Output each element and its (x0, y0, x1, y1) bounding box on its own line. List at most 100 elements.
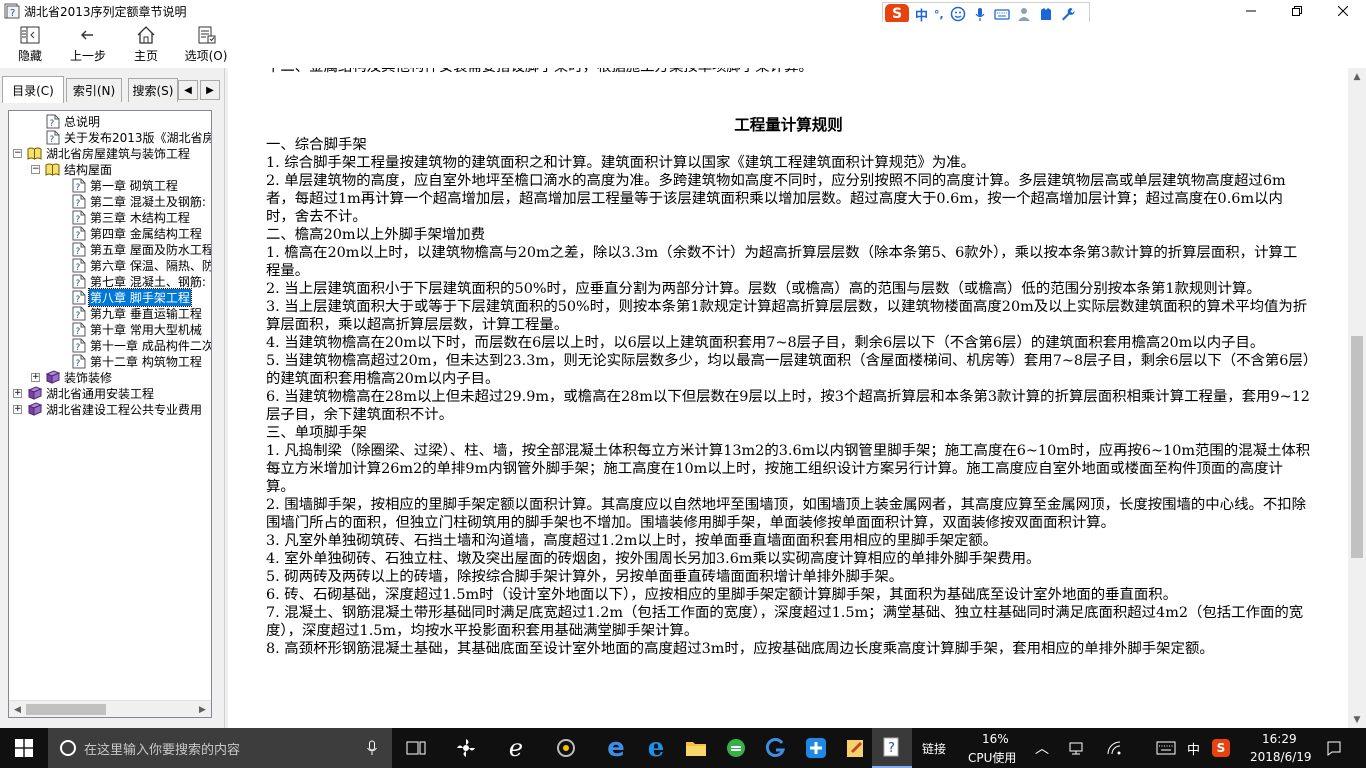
task-view-button[interactable] (396, 728, 436, 768)
topic-paragraph: 3. 当上层建筑面积大于或等于下层建筑面积的50%时，则按本条第1款规定计算超高… (266, 299, 1308, 333)
network-icon[interactable] (1068, 740, 1084, 756)
show-hidden-icons-icon[interactable]: ︿ (1035, 738, 1049, 758)
start-button[interactable] (0, 728, 48, 768)
tab-contents[interactable]: 目录(C) (2, 76, 64, 103)
tree-item[interactable]: ? 第五章 屋面及防水工程 (71, 241, 211, 257)
window-title: 湖北省2013序列定额章节说明 (24, 5, 187, 19)
tree-horizontal-scrollbar[interactable]: ◀ ▶ (9, 700, 211, 717)
emoji-icon[interactable] (950, 6, 966, 22)
keyboard-icon[interactable] (994, 6, 1010, 22)
clock-time[interactable]: 16:29 (1262, 732, 1297, 746)
topic-paragraphs: 一、综合脚手架 1. 综合脚手架工程量按建筑物的建筑面积之和计算。建筑面积计算以国… (266, 136, 1311, 658)
help-page-icon: ? (71, 290, 86, 305)
voice-input-icon[interactable] (972, 6, 988, 22)
tab-scroll-left-icon[interactable]: ◀ (178, 80, 198, 100)
links-toolbar-label[interactable]: 链接 (922, 740, 946, 757)
tree-item[interactable]: ? 第一章 砌筑工程 (71, 177, 179, 193)
taskbar-search-box[interactable]: 在这里输入你要搜索的内容 (48, 728, 392, 768)
taskbar-app-notepad[interactable] (836, 728, 876, 768)
tree-item[interactable]: − 结构屋面 (31, 161, 113, 177)
collapse-icon[interactable]: − (13, 148, 22, 158)
touch-keyboard-icon[interactable] (1156, 741, 1176, 755)
tree-item[interactable]: + 装饰装修 (31, 369, 113, 385)
topic-paragraph: 6. 当建筑物檐高在28m以上但未超过29.9m，或檐高在28m以下但层数在9层… (266, 389, 1310, 423)
svg-text:?: ? (75, 295, 80, 305)
content-scroll-thumb[interactable] (1351, 336, 1363, 558)
tree-item[interactable]: ? 第十一章 成品构件二次 (71, 337, 211, 353)
expand-icon[interactable]: + (13, 388, 22, 398)
skin-icon[interactable] (1038, 6, 1054, 22)
sogou-logo-icon[interactable]: S (885, 4, 909, 24)
taskbar-app-blue-plus[interactable] (796, 728, 836, 768)
tree-item[interactable]: ? 第十二章 构筑物工程 (71, 353, 203, 369)
help-viewer-icon: ? (883, 737, 899, 757)
tree-item[interactable]: − 湖北省房屋建筑与装饰工程 (13, 145, 191, 161)
close-button[interactable] (1320, 0, 1366, 22)
sogou-tray-icon[interactable]: S (1212, 739, 1230, 757)
microphone-icon[interactable] (366, 740, 378, 756)
tree-item[interactable]: ? 第六章 保温、隔热、防 (71, 257, 211, 273)
tree-item[interactable]: ? 第四章 金属结构工程 (71, 225, 203, 241)
help-page-icon: ? (71, 194, 86, 209)
expand-icon[interactable]: + (13, 404, 22, 414)
scroll-thumb[interactable] (26, 704, 106, 715)
options-button[interactable]: 选项(O) (182, 24, 230, 66)
scroll-right-icon[interactable]: ▶ (194, 701, 211, 717)
taskbar-app-help-viewer[interactable]: ? (872, 728, 912, 768)
collapse-icon[interactable]: − (31, 164, 40, 174)
tree-item[interactable]: + 湖北省建设工程公共专业费用 (13, 401, 203, 417)
tree-item-label: 第六章 保温、隔热、防 (90, 258, 211, 273)
minimize-button[interactable] (1228, 0, 1274, 22)
svg-text:?: ? (49, 135, 54, 145)
tree-item[interactable]: ? 关于发布2013版《湖北省房屋 (45, 129, 211, 145)
action-center-icon[interactable] (1326, 740, 1342, 756)
tree-item[interactable]: ? 第八章 脚手架工程 (71, 287, 192, 307)
ime-mode-toggle[interactable]: 中 (915, 5, 928, 24)
taskbar-app-360[interactable] (546, 728, 586, 768)
taskbar-app-fan[interactable] (446, 728, 486, 768)
tree-item[interactable]: ? 第三章 木结构工程 (71, 209, 191, 225)
help-page-icon: ? (45, 130, 60, 145)
help-page-icon: ? (45, 114, 60, 129)
user-center-icon[interactable] (1016, 6, 1032, 22)
ime-punct-toggle[interactable]: °, (934, 8, 944, 21)
minimize-icon (1246, 10, 1256, 12)
scroll-down-icon[interactable]: ▼ (1348, 711, 1366, 728)
content-vertical-scrollbar[interactable]: ▲ ▼ (1348, 68, 1366, 728)
tree-item-label: 第十一章 成品构件二次 (90, 338, 211, 353)
home-button[interactable]: 主页 (128, 24, 164, 66)
scroll-up-icon[interactable]: ▲ (1348, 68, 1366, 85)
tab-search[interactable]: 搜索(S) (128, 78, 178, 102)
tree-item-label: 总说明 (64, 114, 101, 129)
tree-item[interactable]: ? 第七章 混凝土、钢筋: (71, 273, 207, 289)
expand-icon[interactable]: + (31, 372, 40, 382)
tree-item[interactable]: ? 第九章 垂直运输工程 (71, 305, 203, 321)
help-page-icon: ? (71, 354, 86, 369)
taskbar-app-explorer[interactable] (676, 728, 716, 768)
tree-item[interactable]: + 湖北省通用安装工程 (13, 385, 155, 401)
taskbar-app-ie[interactable]: e (636, 728, 676, 768)
svg-text:?: ? (75, 343, 80, 353)
clock-date[interactable]: 2018/6/19 (1250, 750, 1312, 764)
tree-item[interactable]: ? 第十章 常用大型机械 (71, 321, 203, 337)
tree-item[interactable]: ? 总说明 (45, 113, 101, 129)
wifi-icon[interactable] (1106, 740, 1122, 756)
back-button[interactable]: 上一步 (66, 24, 110, 66)
tree-item[interactable]: ? 第二章 混凝土及钢筋: (71, 193, 207, 209)
file-explorer-icon (686, 742, 706, 756)
cut-off-line: 十二、金属结构及其他构件安装需要搭设脚手架时，根据施工方案按单项脚手架计算。 (266, 68, 1311, 76)
scroll-left-icon[interactable]: ◀ (9, 701, 26, 717)
hide-button[interactable]: 隐藏 (10, 24, 50, 66)
tab-scroll-right-icon[interactable]: ▶ (200, 80, 220, 100)
topic-paragraph: 1. 檐高在20m以上时，以建筑物檐高与20m之差，除以3.3m（余数不计）为超… (266, 245, 1298, 279)
restore-button[interactable] (1274, 0, 1320, 22)
taskbar-app-edge[interactable]: e (596, 728, 636, 768)
svg-text:?: ? (75, 359, 80, 369)
tab-index[interactable]: 索引(N) (66, 78, 122, 102)
ime-tools-icon[interactable] (1060, 6, 1076, 22)
taskbar-app-g[interactable] (756, 728, 796, 768)
pane-splitter[interactable] (224, 68, 228, 728)
input-language-indicator[interactable]: 中 (1187, 739, 1200, 758)
taskbar-app-green[interactable] (716, 728, 756, 768)
taskbar-app-ie-classic[interactable]: e (496, 728, 536, 768)
